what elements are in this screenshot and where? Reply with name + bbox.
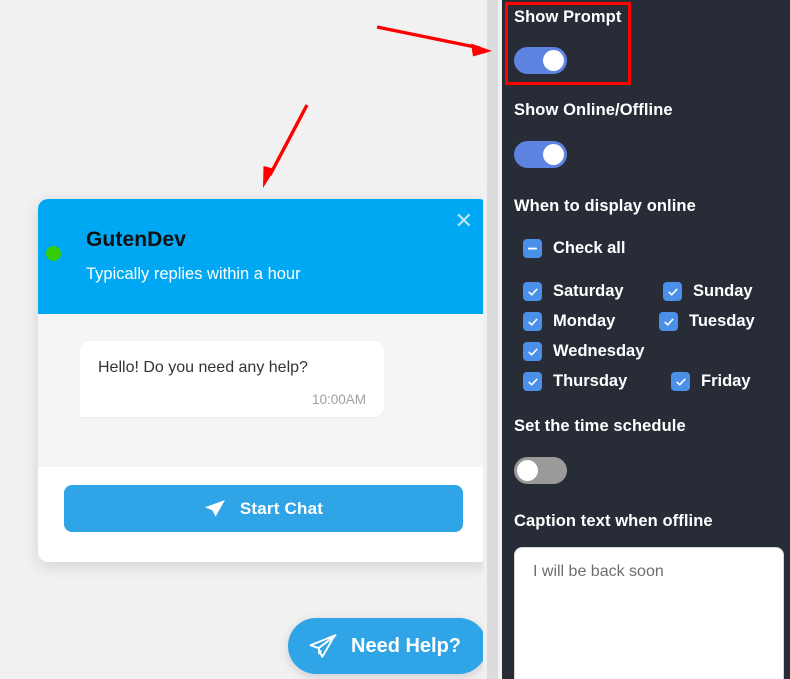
day-checkbox-sunday[interactable]: Sunday (663, 282, 790, 301)
day-checkbox-thursday[interactable]: Thursday (523, 372, 659, 391)
need-help-label: Need Help? (351, 634, 462, 657)
chat-widget-header: GutenDev Typically replies within a hour… (38, 199, 489, 314)
show-online-offline-toggle-knob (543, 144, 564, 165)
show-prompt-toggle-knob (543, 50, 564, 71)
day-checkbox-saturday[interactable]: Saturday (523, 282, 659, 301)
days-grid-spacer (659, 342, 790, 361)
day-label-tuesday: Tuesday (689, 312, 755, 330)
day-checkbox-tuesday[interactable]: Tuesday (659, 312, 790, 331)
preview-scrollbar-thumb[interactable] (487, 0, 498, 679)
day-checkbox-friday[interactable]: Friday (671, 372, 790, 391)
chat-widget-title: GutenDev (86, 228, 186, 251)
time-schedule-toggle[interactable] (514, 457, 567, 484)
paper-plane-outline-icon (308, 633, 338, 660)
caption-offline-label: Caption text when offline (514, 512, 713, 530)
show-online-offline-toggle[interactable] (514, 141, 567, 168)
chat-message-bubble: Hello! Do you need any help? 10:00AM (80, 341, 384, 417)
set-time-schedule-label: Set the time schedule (514, 417, 686, 435)
show-prompt-toggle[interactable] (514, 47, 567, 74)
day-label-thursday: Thursday (553, 372, 628, 390)
show-prompt-label: Show Prompt (514, 8, 622, 26)
day-label-sunday: Sunday (693, 282, 753, 300)
chat-widget-footer: Start Chat (38, 467, 489, 562)
chat-message-text: Hello! Do you need any help? (98, 359, 308, 376)
checkbox-icon[interactable] (663, 282, 682, 301)
show-online-offline-label: Show Online/Offline (514, 101, 673, 119)
paper-plane-icon (204, 499, 226, 518)
caption-offline-textarea[interactable] (514, 547, 784, 679)
close-icon[interactable]: ✕ (455, 210, 473, 232)
day-label-saturday: Saturday (553, 282, 624, 300)
check-all-row[interactable]: Check all (523, 239, 790, 258)
day-label-wednesday: Wednesday (553, 342, 645, 360)
checkbox-icon[interactable] (659, 312, 678, 331)
checkbox-icon[interactable] (523, 312, 542, 331)
day-label-monday: Monday (553, 312, 616, 330)
checkbox-icon[interactable] (671, 372, 690, 391)
checkbox-icon[interactable] (523, 342, 542, 361)
chat-widget: GutenDev Typically replies within a hour… (38, 199, 489, 562)
start-chat-label: Start Chat (239, 498, 324, 518)
start-chat-button[interactable]: Start Chat (64, 485, 463, 532)
check-all-checkbox[interactable] (523, 239, 542, 258)
day-checkbox-monday[interactable]: Monday (523, 312, 659, 331)
online-status-dot (46, 246, 61, 261)
chat-message-list: Hello! Do you need any help? 10:00AM (38, 314, 489, 467)
time-schedule-toggle-knob (517, 460, 538, 481)
need-help-launcher-button[interactable]: Need Help? (288, 618, 488, 674)
chat-message-time: 10:00AM (311, 392, 366, 407)
checkbox-icon[interactable] (523, 372, 542, 391)
chat-widget-subtitle: Typically replies within a hour (86, 265, 301, 283)
preview-scrollbar[interactable] (483, 0, 502, 679)
check-all-label: Check all (553, 239, 626, 257)
day-label-friday: Friday (701, 372, 751, 390)
day-checkbox-wednesday[interactable]: Wednesday (523, 342, 659, 361)
when-to-display-online-label: When to display online (514, 197, 696, 215)
screenshot-root: GutenDev Typically replies within a hour… (0, 0, 790, 679)
days-checkbox-grid: Saturday Sunday Monday Tuesday Wednesday… (523, 282, 790, 391)
settings-panel: Show Prompt Show Online/Offline When to … (502, 0, 790, 679)
checkbox-icon[interactable] (523, 282, 542, 301)
